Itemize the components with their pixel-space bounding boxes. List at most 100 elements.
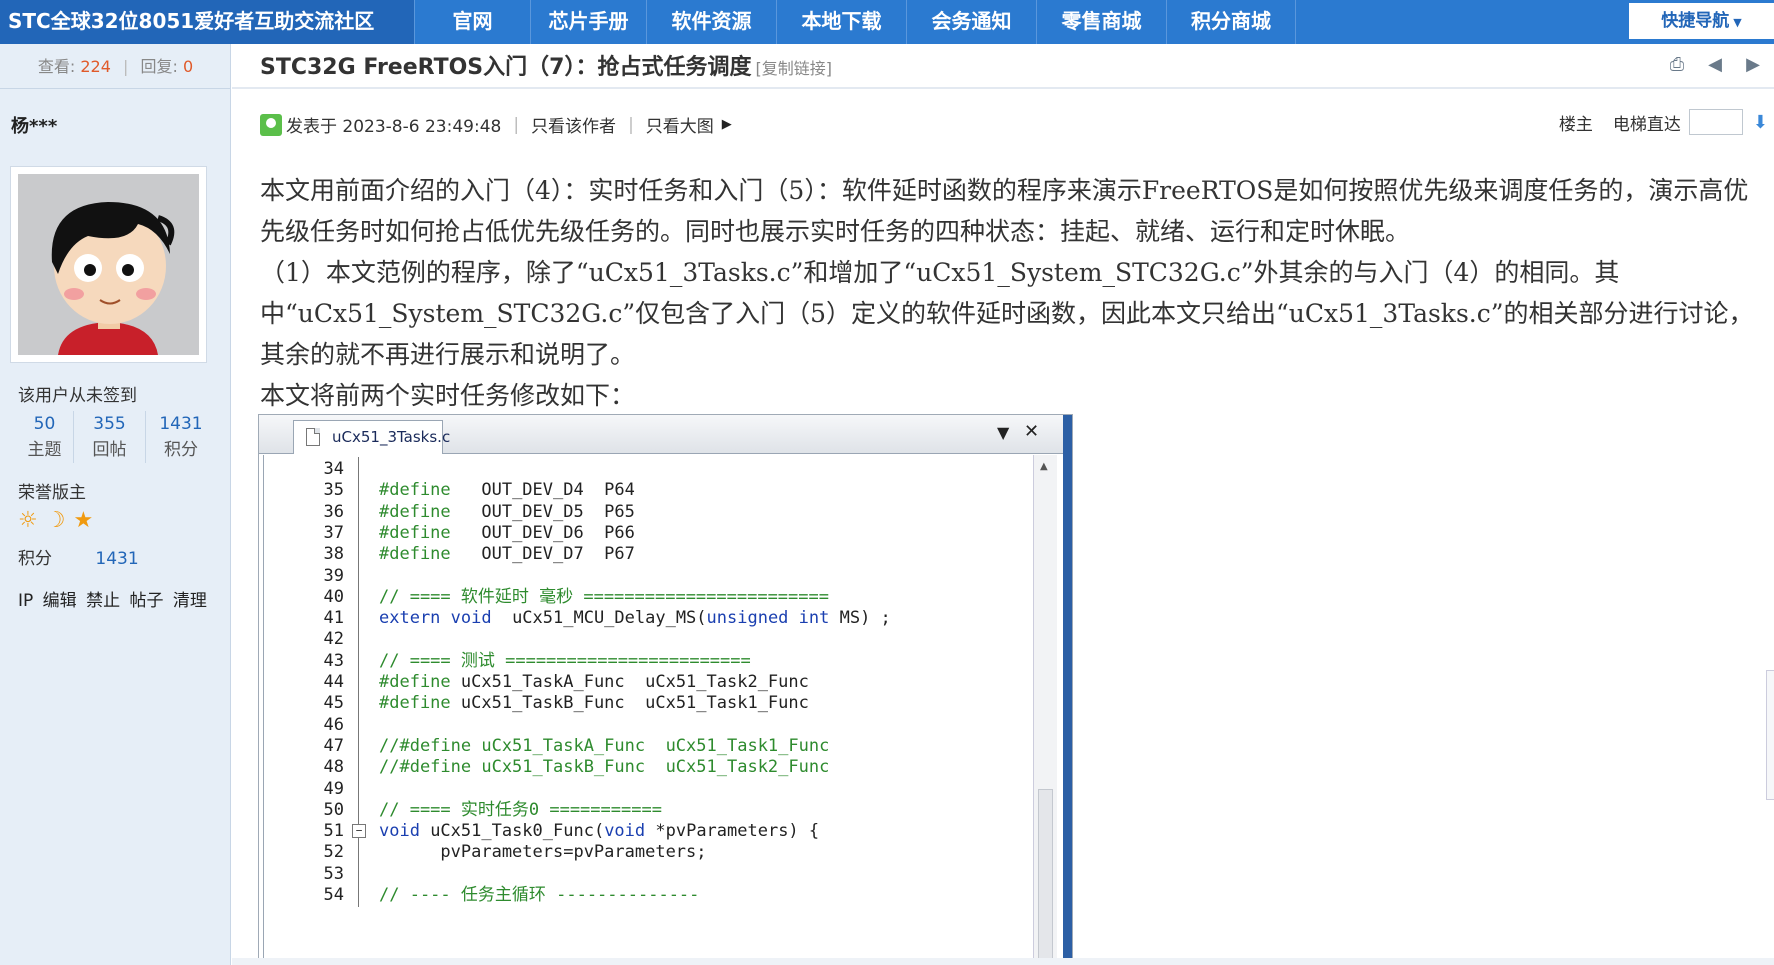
replies-count: 0 (182, 57, 194, 76)
post-meta-right: 楼主 电梯直达 ⬇ (1559, 109, 1768, 135)
action-clean[interactable]: 清理 (173, 591, 207, 611)
replies-stat[interactable]: 355 回帖 (74, 411, 146, 463)
print-icon[interactable]: ⎙ (1666, 54, 1688, 76)
scroll-up-icon: ▲ (1040, 461, 1048, 472)
editor-tab-label: uCx51_3Tasks.c (332, 428, 451, 446)
code-line: 54 // ---- 任务主循环 -------------- (264, 883, 1034, 907)
triangle-right-icon[interactable]: ▶ (722, 117, 732, 132)
title-tools: ⎙ ◀ ▶ (1666, 54, 1764, 76)
code-token: #define (379, 693, 451, 714)
code-token: //#define uCx51_TaskA_Func uCx51_Task1_F… (379, 735, 830, 756)
nav-item-notice[interactable]: 会务通知 (906, 0, 1036, 44)
close-icon: ✕ (1024, 421, 1040, 442)
nav-item-official[interactable]: 官网 (414, 0, 530, 44)
arrow-down-icon[interactable]: ⬇ (1753, 112, 1768, 133)
action-ip[interactable]: IP (18, 591, 33, 611)
post-paragraph: （1）本文范例的程序，除了“uCx51_3Tasks.c”和增加了“uCx51_… (260, 258, 1754, 369)
thread-stats: 查看: 224 | 回复: 0 (0, 44, 231, 89)
only-author-link[interactable]: 只看该作者 (531, 112, 616, 137)
editor-right-border (1063, 415, 1072, 964)
code-token: uCx51_Task0_Func( (419, 821, 605, 842)
code-token: uCx51_TaskB_Func uCx51_Task1_Func (450, 693, 809, 714)
code-token: OUT_DEV_D4 P64 (450, 480, 635, 501)
code-token: *pvParameters) { (645, 821, 820, 842)
code-token: void (604, 821, 646, 842)
code-token: #define (379, 544, 451, 565)
avatar[interactable] (10, 166, 207, 363)
views-count: 224 (80, 57, 111, 76)
action-ban[interactable]: 禁止 (86, 591, 120, 611)
thread-title: STC32G FreeRTOS入门（7）：抢占式任务调度 (260, 55, 752, 80)
code-token: unsigned int (706, 608, 830, 629)
author-name[interactable]: 杨*** (11, 112, 57, 138)
nav-item-download[interactable]: 本地下载 (776, 0, 906, 44)
site-brand[interactable]: STC全球32位8051爱好者互助交流社区 (0, 0, 414, 44)
moon-icon: ☽ (45, 508, 66, 533)
chevron-down-icon: ▼ (1733, 16, 1742, 29)
topics-label: 主题 (27, 440, 62, 460)
side-widget-edge (1766, 670, 1774, 800)
meta-divider: | (628, 114, 634, 135)
post-paragraph: 本文将前两个实时任务修改如下： (260, 381, 636, 410)
replies-label: 回复: (140, 57, 178, 76)
sun-icon: ☼ (18, 508, 38, 533)
thread-title-wrap: STC32G FreeRTOS入门（7）：抢占式任务调度 [复制链接] (260, 49, 832, 81)
copy-link-button[interactable]: [复制链接] (755, 59, 832, 78)
top-nav: STC全球32位8051爱好者互助交流社区 官网 芯片手册 软件资源 本地下载 … (0, 0, 1774, 44)
code-token: // ==== 测试 ======================== (379, 650, 751, 671)
quick-nav-label: 快捷导航 (1661, 11, 1730, 31)
post-content: 本文用前面介绍的入门（4）：实时任务和入门（5）：软件延时函数的程序来演示Fre… (260, 170, 1770, 416)
points-label-small: 积分 (164, 440, 198, 460)
editor-scrollbar: ▲ (1033, 455, 1057, 964)
scroll-thumb (1038, 789, 1053, 964)
fold-gutter (358, 883, 359, 907)
posts-label: 回帖 (92, 440, 127, 460)
action-edit[interactable]: 编辑 (43, 591, 77, 611)
nav-item-datasheet[interactable]: 芯片手册 (530, 0, 646, 44)
editor-tab-bar: uCx51_3Tasks.c ▼ ✕ (259, 415, 1065, 454)
chevron-down-icon: ▼ (997, 423, 1010, 442)
code-token: #define (379, 672, 451, 692)
arrow-right-icon[interactable]: ▶ (1742, 54, 1764, 76)
code-token: OUT_DEV_D7 P67 (450, 544, 635, 565)
arrow-left-icon[interactable]: ◀ (1704, 54, 1726, 76)
code-token: MS) ; (829, 608, 891, 629)
code-token: // ==== 软件延时 毫秒 ======================== (379, 586, 829, 607)
code-token: pvParameters=pvParameters; (379, 842, 707, 863)
only-big-image-link[interactable]: 只看大图 (646, 112, 714, 137)
page: STC全球32位8051爱好者互助交流社区 官网 芯片手册 软件资源 本地下载 … (0, 0, 1774, 965)
quick-nav-button[interactable]: 快捷导航 ▼ (1629, 3, 1774, 39)
fold-toggle-icon: − (352, 824, 366, 839)
points-stat[interactable]: 1431 积分 (146, 411, 216, 463)
code-token: //#define uCx51_TaskB_Func uCx51_Task2_F… (379, 757, 830, 778)
floor-jump-input[interactable] (1688, 109, 1743, 135)
code-token: OUT_DEV_D6 P66 (450, 522, 635, 543)
code-token: uCx51_TaskA_Func uCx51_Task2_Func (450, 672, 809, 692)
nav-item-shop[interactable]: 零售商城 (1036, 0, 1166, 44)
code-token: void (379, 821, 420, 842)
stats-divider: | (122, 57, 129, 76)
post-date: 发表于 2023-8-6 23:49:48 (286, 117, 502, 137)
star-icon: ★ (73, 508, 94, 533)
code-token: #define (379, 522, 451, 543)
topics-stat[interactable]: 50 主题 (16, 411, 74, 463)
action-posts[interactable]: 帖子 (129, 591, 163, 611)
code-text: // ---- 任务主循环 -------------- (379, 883, 699, 907)
online-status-icon (260, 113, 282, 136)
avatar-image (18, 174, 199, 355)
editor-tab: uCx51_3Tasks.c (293, 420, 450, 454)
moderation-actions: IP 编辑 禁止 帖子 清理 (18, 586, 211, 611)
posts-count: 355 (93, 414, 126, 434)
line-number: 54 (323, 885, 344, 905)
file-icon (306, 428, 320, 446)
code-area: 34 35 #define OUT_DEV_D4 P64 36 #define OUT_… (263, 455, 1034, 964)
elevator-label: 电梯直达 (1612, 114, 1681, 135)
points-label: 积分 (18, 549, 52, 569)
nav-item-points-shop[interactable]: 积分商城 (1166, 0, 1296, 44)
post-paragraph: 本文用前面介绍的入门（4）：实时任务和入门（5）：软件延时函数的程序来演示Fre… (260, 176, 1749, 246)
code-screenshot[interactable]: uCx51_3Tasks.c ▼ ✕ 34 35 #define OUT_DEV_D… (258, 414, 1073, 965)
rank-badges: ☼ ☽ ★ (18, 508, 93, 533)
nav-item-software[interactable]: 软件资源 (646, 0, 776, 44)
code-token: extern void (379, 608, 492, 629)
thread-title-bar: STC32G FreeRTOS入门（7）：抢占式任务调度 [复制链接] ⎙ ◀ ▶ (232, 44, 1774, 89)
